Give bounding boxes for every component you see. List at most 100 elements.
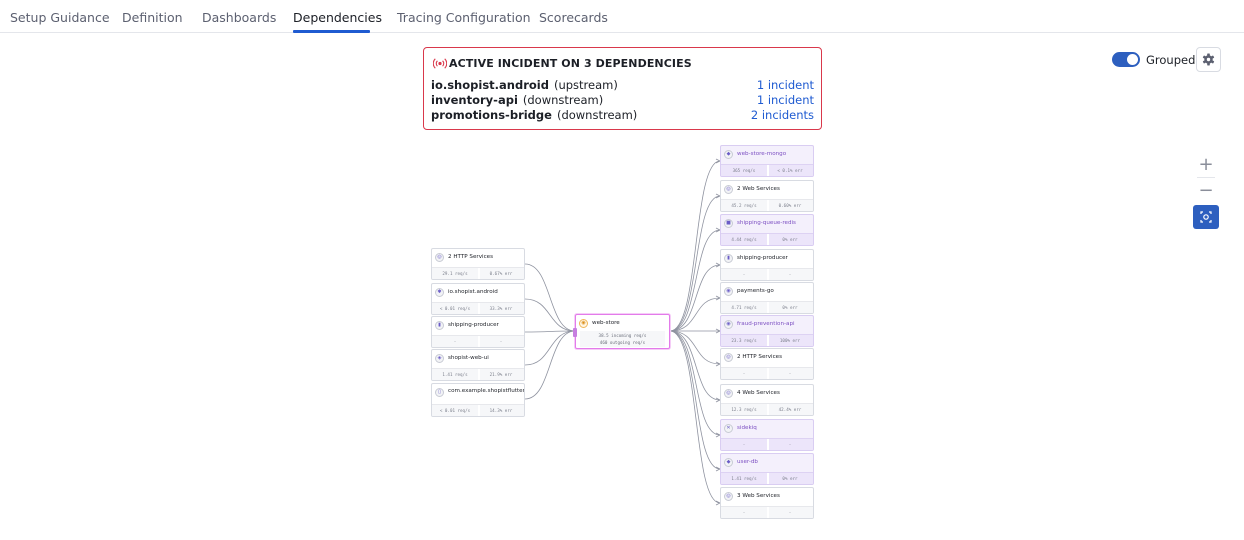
request-rate: - [742,442,746,447]
node-name: com.example.shopistflutter [448,388,525,394]
service-node[interactable]: ◈ shopist-web-ui 1.41 req/s 21.9% err [431,349,525,381]
node-stats: 365 req/s < 0.1% err [721,164,813,176]
error-rate: 21.9% err [489,372,513,377]
error-rate: 0% err [782,476,798,481]
downstream-edge [669,330,721,470]
upstream-edge [524,298,576,332]
node-name: shipping-producer [737,255,788,261]
service-node[interactable]: ◎ 2 HTTP Services - - [720,348,814,380]
downstream-edge [669,264,721,332]
service-node[interactable]: ■ shipping-queue-redis 4.44 req/s 0% err [720,214,814,246]
service-node[interactable]: ▯ com.example.shopistflutter < 0.01 req/s 1… [431,383,525,417]
error-rate: - [788,272,792,277]
node-name: shipping-producer [448,322,499,328]
service-icon: ◉ [724,320,733,329]
error-rate: 0.67% err [489,271,513,276]
service-node[interactable]: ◉ fraud-prevention-api 23.3 req/s 100% err [720,315,814,347]
node-stats: 4.44 req/s 0% err [721,233,813,245]
queue-icon: ▮ [724,254,733,263]
error-rate: 0% err [782,237,798,242]
node-stats: -- [721,268,813,280]
node-stats: -- [721,438,813,450]
service-group-icon: ◎ [724,492,733,501]
request-rate: 1.41 req/s [731,476,757,481]
upstream-edge [524,263,576,332]
downstream-edge [669,160,721,332]
node-name: web-store-mongo [737,151,787,157]
request-rate: 1.41 req/s [442,372,468,377]
request-rate: - [742,272,746,277]
upstream-edge [524,330,576,366]
node-stats: 1.41 req/s 21.9% err [432,368,524,380]
request-rate: - [742,371,746,376]
error-rate: 42.4% err [778,407,802,412]
downstream-edge [669,330,721,401]
downstream-edge [669,195,721,332]
service-group-icon: ◎ [435,253,444,262]
request-rate: 4.44 req/s [731,237,757,242]
error-rate: - [788,442,792,447]
node-name: io.shopist.android [448,289,498,295]
service-node[interactable]: ◎ 3 Web Services - - [720,487,814,519]
request-rate: - [453,339,457,344]
node-name: 2 HTTP Services [448,254,494,260]
outgoing-rate: 460 outgoing req/s [599,340,646,345]
request-rate: 365 req/s [732,168,756,173]
database-icon: ◆ [724,150,733,159]
service-node[interactable]: ◎ 2 HTTP Services 29.1 req/s 0.67% err [431,248,525,280]
database-icon: ◆ [724,458,733,467]
error-rate: 0% err [782,305,798,310]
error-rate: < 0.1% err [777,168,803,173]
service-node[interactable]: ✕ sidekiq - - [720,419,814,451]
node-name: user-db [737,459,758,465]
node-name: shopist-web-ui [448,355,489,361]
service-node[interactable]: ▮ shipping-producer - - [720,249,814,281]
node-name: shipping-queue-redis [737,220,796,226]
incoming-rate: 38.5 incoming req/s [598,333,647,338]
service-node[interactable]: ◎ 2 Web Services 45.2 req/s 0.60% err [720,180,814,212]
node-stats: -- [721,367,813,379]
node-stats: 23.3 req/s 100% err [721,334,813,346]
request-rate: < 0.01 req/s [439,408,471,413]
service-node[interactable]: ◎ 4 Web Services 12.3 req/s 42.4% err [720,384,814,416]
redis-icon: ■ [724,219,733,228]
node-name: fraud-prevention-api [737,321,795,327]
upstream-edge [524,330,576,400]
node-name: 4 Web Services [737,390,780,396]
service-node[interactable]: ◆ web-store-mongo 365 req/s < 0.1% err [720,145,814,177]
request-rate: < 0.01 req/s [439,306,471,311]
request-rate: 12.3 req/s [731,407,757,412]
node-stats: 45.2 req/s 0.60% err [721,199,813,211]
error-rate: 33.3% err [489,306,513,311]
service-node[interactable]: ◆ user-db 1.41 req/s 0% err [720,453,814,485]
error-rate: 100% err [779,338,801,343]
node-name: 2 HTTP Services [737,354,783,360]
service-group-icon: ◎ [724,353,733,362]
error-rate: - [788,371,792,376]
node-stats: -- [721,506,813,518]
node-name: web-store [592,320,620,326]
node-stats: 4.71 req/s 0% err [721,301,813,313]
node-stats: 1.41 req/s 0% err [721,472,813,484]
node-stats: < 0.01 req/s 33.3% err [432,302,524,314]
error-rate: - [499,339,503,344]
worker-icon: ✕ [724,424,733,433]
node-stats: 38.5 incoming req/s 460 outgoing req/s [580,331,665,347]
node-name: 2 Web Services [737,186,780,192]
incoming-port [573,328,577,337]
service-node[interactable]: ▮ shipping-producer - - [431,316,525,348]
focused-service-node[interactable]: ◉ web-store 38.5 incoming req/s 460 outg… [573,314,670,349]
request-rate: - [742,510,746,515]
node-stats: 12.3 req/s 42.4% err [721,403,813,415]
node-name: 3 Web Services [737,493,780,499]
service-node[interactable]: ✱ io.shopist.android < 0.01 req/s 33.3% err [431,283,525,315]
service-group-icon: ◎ [724,185,733,194]
mobile-icon: ▯ [435,388,444,397]
node-name: sidekiq [737,425,757,431]
downstream-edge [669,330,721,504]
service-icon: ◉ [724,287,733,296]
service-group-icon: ◎ [724,389,733,398]
service-icon: ◉ [579,319,588,328]
queue-icon: ▮ [435,321,444,330]
service-node[interactable]: ◉ payments-go 4.71 req/s 0% err [720,282,814,314]
